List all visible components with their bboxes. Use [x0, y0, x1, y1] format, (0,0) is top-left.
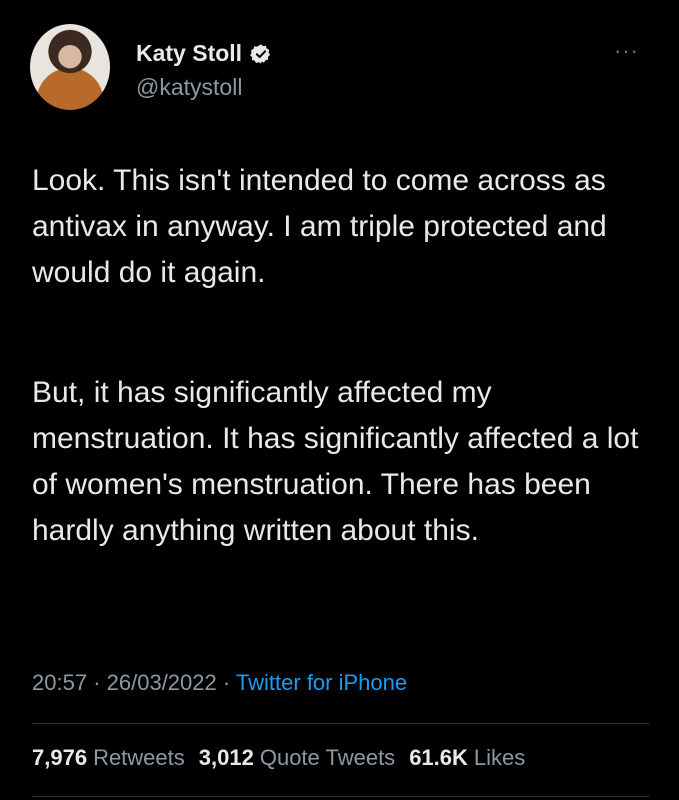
- author-handle[interactable]: @katystoll: [136, 74, 242, 101]
- avatar[interactable]: [30, 24, 110, 110]
- retweets-label: Retweets: [93, 745, 185, 770]
- divider: [32, 723, 649, 724]
- tweet-stats: 7,976 Retweets 3,012 Quote Tweets 61.6K Lik…: [32, 745, 525, 771]
- author-display-name[interactable]: Katy Stoll: [136, 40, 242, 67]
- tweet-date[interactable]: 26/03/2022: [107, 670, 217, 695]
- quote-tweets-stat[interactable]: 3,012 Quote Tweets: [199, 745, 395, 771]
- likes-stat[interactable]: 61.6K Likes: [409, 745, 525, 771]
- meta-separator: ·: [93, 670, 107, 695]
- likes-count: 61.6K: [409, 745, 468, 770]
- tweet-text-paragraph-1: Look. This isn't intended to come across…: [32, 164, 607, 289]
- quote-tweets-count: 3,012: [198, 745, 254, 770]
- divider: [32, 796, 649, 797]
- retweets-count: 7,976: [32, 745, 88, 770]
- tweet-meta: 20:57 · 26/03/2022 · Twitter for iPhone: [32, 670, 407, 696]
- likes-label: Likes: [473, 745, 526, 770]
- tweet-source-link[interactable]: Twitter for iPhone: [236, 670, 407, 695]
- author-name-row: Katy Stoll: [136, 40, 272, 67]
- quote-tweets-label: Quote Tweets: [259, 745, 396, 770]
- more-options-icon[interactable]: ···: [614, 38, 639, 64]
- meta-separator: ·: [222, 670, 236, 695]
- verified-badge-icon: [250, 43, 271, 64]
- tweet-text-paragraph-2: But, it has significantly affected my me…: [32, 376, 639, 547]
- tweet-time[interactable]: 20:57: [32, 670, 87, 695]
- tweet-card: Katy Stoll @katystoll ··· Look. This isn…: [0, 0, 679, 800]
- retweets-stat[interactable]: 7,976 Retweets: [32, 745, 185, 771]
